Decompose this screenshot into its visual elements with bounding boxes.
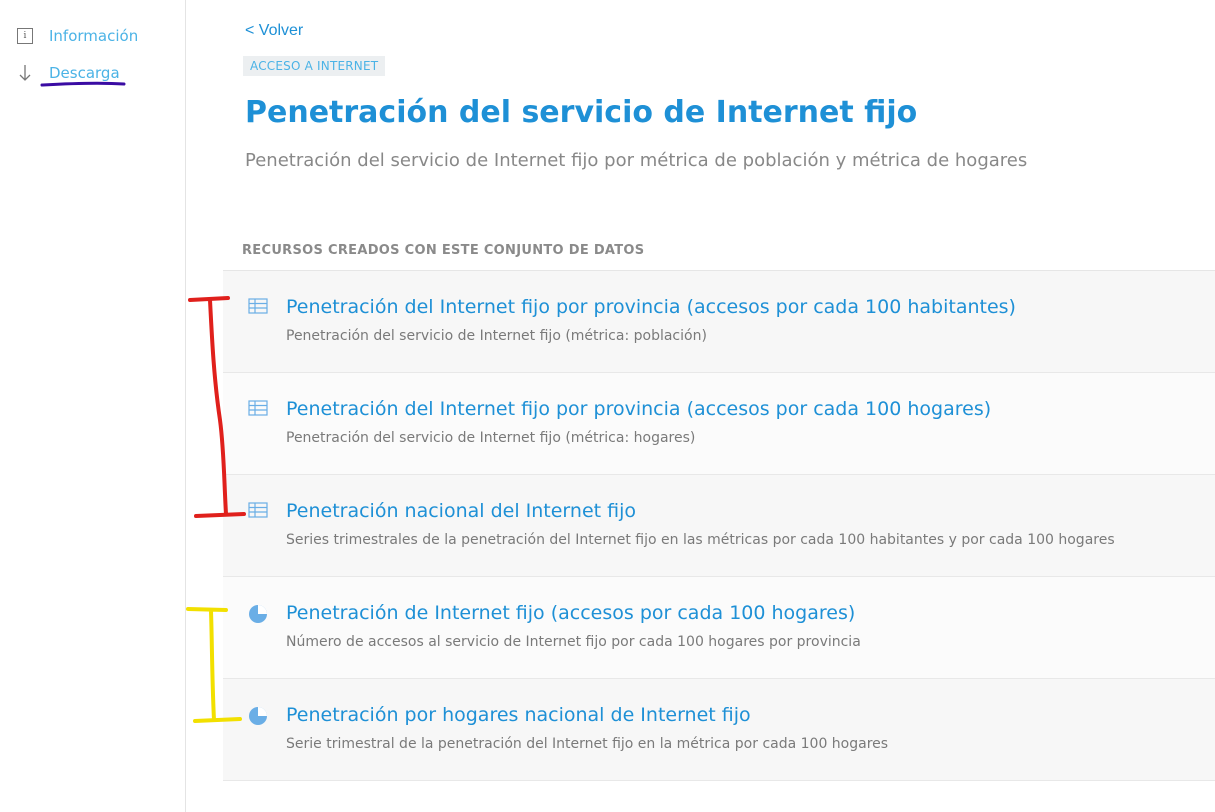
resource-item[interactable]: Penetración por hogares nacional de Inte… — [223, 679, 1215, 781]
back-link[interactable]: < Volver — [245, 22, 303, 40]
table-icon — [248, 400, 268, 418]
pie-chart-icon — [248, 706, 268, 725]
resource-description: Penetración del servicio de Internet fij… — [286, 328, 707, 344]
sidebar: i Información Descarga — [0, 0, 186, 812]
resource-item[interactable]: Penetración de Internet fijo (accesos po… — [223, 577, 1215, 679]
sidebar-item-label: Información — [49, 27, 139, 45]
sidebar-item-label: Descarga — [49, 64, 120, 82]
main-content: < Volver ACCESO A INTERNET Penetración d… — [186, 0, 1215, 812]
resources-heading: RECURSOS CREADOS CON ESTE CONJUNTO DE DA… — [242, 243, 645, 258]
resource-title-link[interactable]: Penetración por hogares nacional de Inte… — [286, 704, 751, 726]
resource-title-link[interactable]: Penetración del Internet fijo por provin… — [286, 398, 991, 420]
resource-description: Penetración del servicio de Internet fij… — [286, 430, 696, 446]
category-tag[interactable]: ACCESO A INTERNET — [243, 56, 386, 76]
resources-list: Penetración del Internet fijo por provin… — [223, 270, 1215, 781]
resource-item[interactable]: Penetración nacional del Internet fijo S… — [223, 475, 1215, 577]
resource-description: Serie trimestral de la penetración del I… — [286, 736, 889, 752]
resource-title-link[interactable]: Penetración de Internet fijo (accesos po… — [286, 602, 855, 624]
resource-item[interactable]: Penetración del Internet fijo por provin… — [223, 373, 1215, 475]
info-icon: i — [17, 28, 37, 44]
resource-title-link[interactable]: Penetración del Internet fijo por provin… — [286, 296, 1016, 318]
resource-title-link[interactable]: Penetración nacional del Internet fijo — [286, 500, 636, 522]
resource-description: Series trimestrales de la penetración de… — [286, 532, 1115, 548]
sidebar-item-descarga[interactable]: Descarga — [17, 63, 120, 83]
sidebar-item-informacion[interactable]: i Información — [17, 27, 138, 45]
page-subtitle: Penetración del servicio de Internet fij… — [245, 150, 1028, 171]
page-title: Penetración del servicio de Internet fij… — [245, 95, 918, 130]
table-icon — [248, 298, 268, 316]
resource-item[interactable]: Penetración del Internet fijo por provin… — [223, 271, 1215, 373]
resource-description: Número de accesos al servicio de Interne… — [286, 634, 861, 650]
table-icon — [248, 502, 268, 520]
pie-chart-icon — [248, 604, 268, 623]
arrow-down-icon — [17, 63, 37, 83]
